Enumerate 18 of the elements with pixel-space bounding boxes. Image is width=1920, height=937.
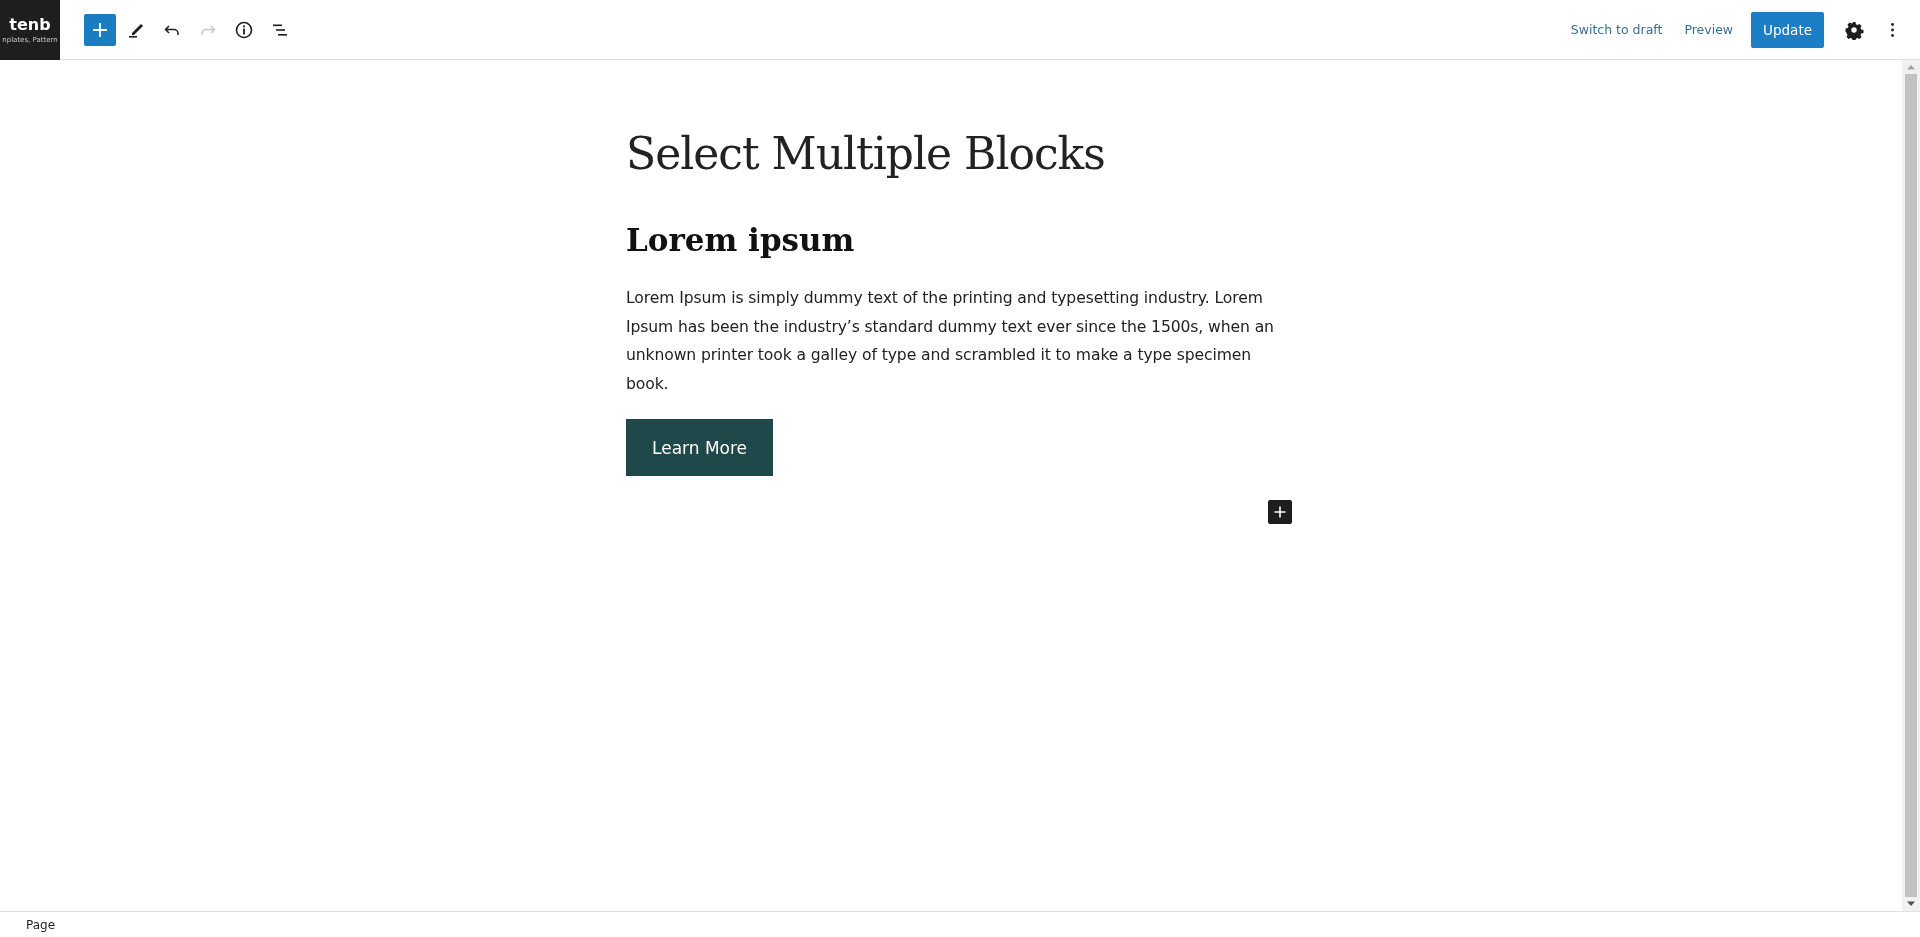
heading-block[interactable]: Lorem ipsum (626, 220, 1276, 260)
plus-icon (1272, 504, 1288, 520)
add-block-button[interactable] (1268, 500, 1292, 524)
more-icon (1890, 22, 1894, 37)
learn-more-button[interactable]: Learn More (626, 419, 774, 476)
toolbar-link-button[interactable]: Switch to draft (1562, 16, 1671, 43)
page-title[interactable]: Select Multiple Blocks (626, 122, 1276, 186)
toolbar-link-button[interactable]: Preview (1676, 16, 1742, 43)
paragraph-block[interactable]: Lorem Ipsum is simply dummy text of the printing and typesetting industry. Lorem Ipsum has been the industry’s standard dummy text ever since the 1500s, when an unknown printer took a galley of type and scrambled it to make a type specimen book. (626, 284, 1276, 398)
logo-name: tenb (9, 15, 51, 34)
scrollbar[interactable] (1902, 60, 1920, 911)
settings-icon (1844, 19, 1864, 40)
update-button[interactable]: Update (1751, 11, 1824, 48)
info-icon (234, 19, 254, 40)
scroll-up-icon (1906, 64, 1916, 70)
breadcrumb-label[interactable]: Page (26, 917, 56, 932)
scrollbar-thumb[interactable] (1905, 74, 1917, 897)
scroll-down-icon (1906, 901, 1916, 907)
